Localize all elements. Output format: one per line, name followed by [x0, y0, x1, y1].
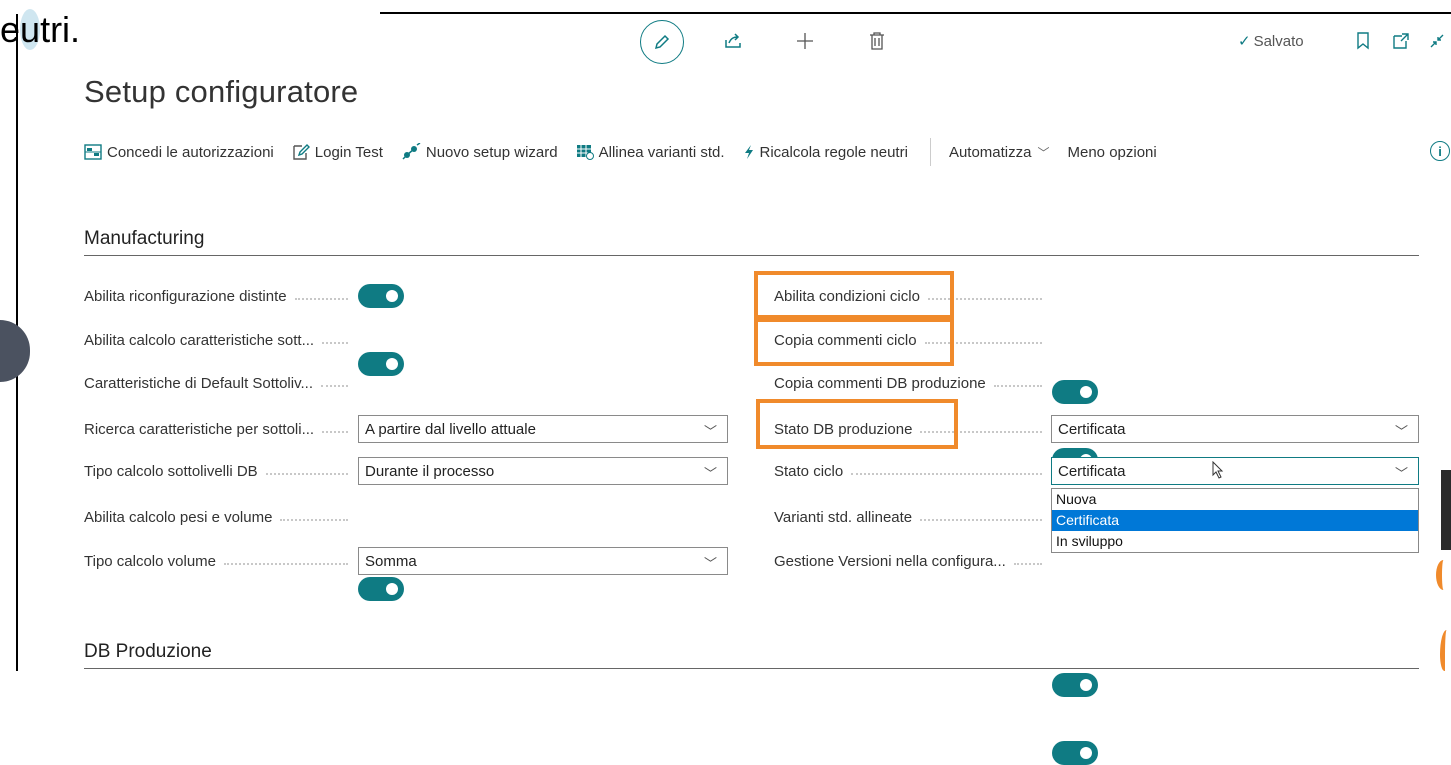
- field-label: Caratteristiche di Default Sottoliv...: [84, 370, 358, 396]
- dropdown-option[interactable]: Nuova: [1052, 489, 1418, 510]
- share-icon: [725, 33, 741, 48]
- less-options-button[interactable]: Meno opzioni: [1068, 144, 1157, 161]
- field-label: Stato ciclo: [774, 458, 1052, 484]
- field-label: Gestione Versioni nella configura...: [774, 548, 1052, 574]
- mouse-cursor-icon: [1212, 461, 1224, 479]
- decoration-arc: [1440, 630, 1451, 671]
- field-label: Tipo calcolo volume: [84, 548, 358, 574]
- field-label: Tipo calcolo sottolivelli DB: [84, 458, 358, 484]
- wizard-icon: [402, 143, 421, 160]
- new-button[interactable]: [794, 30, 816, 52]
- overlay-caption: eutri.: [0, 9, 81, 50]
- plus-icon: [797, 33, 813, 49]
- highlight-box: [754, 318, 954, 366]
- toggle-enable-routing-conditions[interactable]: [1052, 380, 1098, 404]
- field-label: Copia commenti DB produzione: [774, 370, 1052, 396]
- highlight-box: [756, 399, 958, 449]
- toolbar-separator: [929, 138, 931, 166]
- align-variants-icon: [576, 145, 594, 160]
- pencil-icon: [654, 34, 670, 50]
- bookmark-icon: [1357, 32, 1369, 50]
- section-divider: [84, 668, 1419, 669]
- dropdown-option[interactable]: In sviluppo: [1052, 531, 1418, 552]
- section-title-db-production: DB Produzione: [84, 641, 212, 662]
- select-db-sublevel-calc-type[interactable]: Durante il processo ﹀: [358, 457, 728, 485]
- frame-border-top: [380, 12, 1451, 14]
- chevron-down-icon: ﹀: [703, 556, 717, 571]
- align-variants-action[interactable]: Allinea varianti std.: [576, 144, 725, 161]
- dropdown-option-selected[interactable]: Certificata: [1052, 510, 1418, 531]
- trash-icon: [870, 32, 884, 50]
- field-label: Abilita calcolo caratteristiche sott...: [84, 327, 358, 353]
- side-edge: [1441, 470, 1451, 550]
- chevron-down-icon: ﹀: [703, 424, 717, 439]
- new-setup-wizard-action[interactable]: Nuovo setup wizard: [401, 143, 558, 161]
- check-icon: ✓: [1238, 33, 1251, 50]
- collapse-icon: [1430, 34, 1444, 48]
- toggle-enable-weight-volume-calc[interactable]: [358, 577, 404, 601]
- collapse-button[interactable]: [1428, 30, 1446, 52]
- toggle-enable-sublevel-characteristics[interactable]: [358, 352, 404, 376]
- select-routing-status[interactable]: Certificata ﹀: [1051, 457, 1419, 485]
- toggle-std-variants-aligned[interactable]: [1052, 673, 1098, 697]
- field-label: Abilita riconfigurazione distinte: [84, 283, 358, 309]
- delete-button[interactable]: [866, 30, 888, 52]
- share-button[interactable]: [722, 30, 744, 52]
- routing-status-dropdown: Nuova Certificata In sviluppo: [1051, 488, 1419, 553]
- permissions-icon: [84, 144, 102, 160]
- toggle-enable-bom-reconfiguration[interactable]: [358, 284, 404, 308]
- action-toolbar: Concedi le autorizzazioni Login Test Nuo…: [84, 138, 1175, 166]
- automate-menu[interactable]: Automatizza ﹀: [949, 144, 1050, 161]
- field-label: Abilita calcolo pesi e volume: [84, 504, 358, 530]
- grant-permissions-action[interactable]: Concedi le autorizzazioni: [84, 144, 274, 161]
- open-new-window-icon: [1393, 33, 1409, 49]
- field-label: Varianti std. allineate: [774, 504, 1052, 530]
- highlight-box: [754, 271, 954, 319]
- login-edit-icon: [293, 144, 310, 160]
- chevron-down-icon: ﹀: [703, 466, 717, 481]
- login-test-action[interactable]: Login Test: [292, 143, 383, 161]
- saved-status: ✓ Salvato: [1238, 33, 1304, 50]
- edit-button[interactable]: [640, 20, 684, 64]
- section-divider: [84, 255, 1419, 256]
- chevron-down-icon: ﹀: [1394, 424, 1408, 439]
- select-production-bom-status[interactable]: Certificata ﹀: [1051, 415, 1419, 443]
- toggle-version-management-configurator[interactable]: [1052, 741, 1098, 765]
- page-title: Setup configuratore: [84, 74, 359, 109]
- recalc-neutral-rules-action[interactable]: Ricalcola regole neutri: [743, 144, 908, 161]
- bookmark-button[interactable]: [1352, 30, 1374, 52]
- open-new-window-button[interactable]: [1390, 30, 1412, 52]
- chevron-down-icon: ﹀: [1037, 145, 1050, 160]
- lightning-icon: [744, 145, 753, 159]
- select-volume-calc-type[interactable]: Somma ﹀: [358, 547, 728, 575]
- side-handle: [0, 320, 30, 382]
- select-sublevel-characteristics-search[interactable]: A partire dal livello attuale ﹀: [358, 415, 728, 443]
- chevron-down-icon: ﹀: [1394, 466, 1408, 481]
- section-title-manufacturing: Manufacturing: [84, 228, 205, 249]
- info-icon[interactable]: i: [1430, 141, 1450, 161]
- field-label: Ricerca caratteristiche per sottoli...: [84, 416, 358, 442]
- decoration-arc: [1436, 560, 1451, 590]
